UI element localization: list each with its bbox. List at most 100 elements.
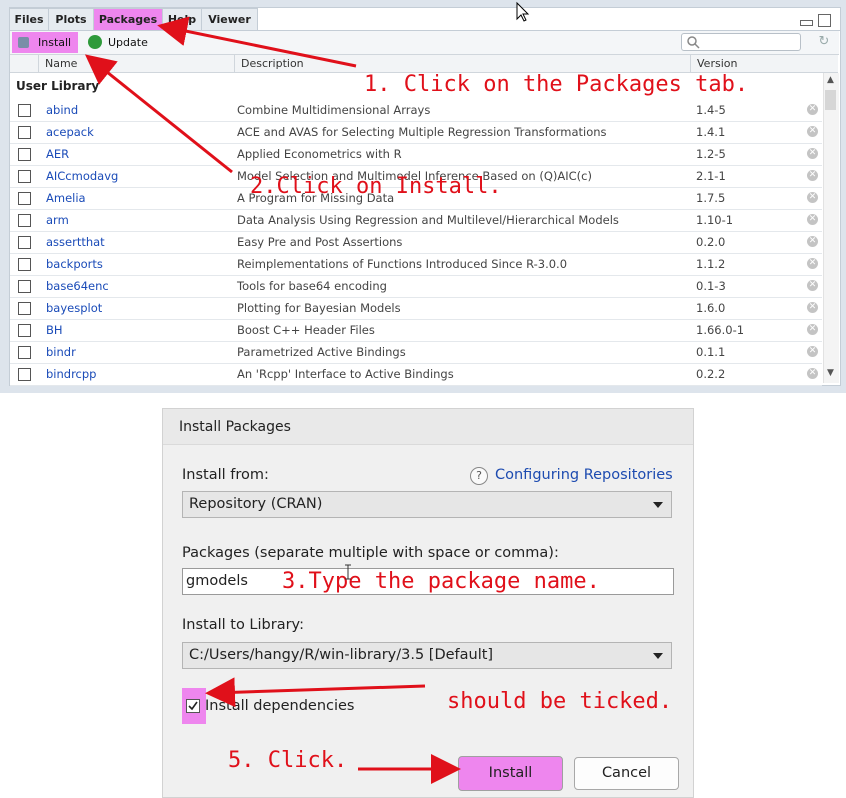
install-button[interactable]: Install (458, 756, 563, 791)
remove-package-icon[interactable]: ✕ (807, 148, 818, 159)
remove-package-icon[interactable]: ✕ (807, 236, 818, 247)
install-from-value: Repository (CRAN) (189, 496, 323, 512)
remove-package-icon[interactable]: ✕ (807, 324, 818, 335)
install-from-label: Install from: (182, 467, 269, 483)
dialog-title: Install Packages (179, 419, 291, 435)
package-load-checkbox[interactable] (18, 236, 31, 249)
table-row[interactable]: BH Boost C++ Header Files 1.66.0-1 ✕ (10, 319, 822, 342)
package-description: Data Analysis Using Regression and Multi… (237, 213, 619, 227)
cancel-button[interactable]: Cancel (574, 757, 679, 790)
scroll-thumb[interactable] (825, 90, 836, 110)
table-row[interactable]: abind Combine Multidimensional Arrays 1.4-… (10, 99, 822, 122)
configuring-repositories-link[interactable]: Configuring Repositories (495, 467, 673, 483)
package-version: 1.66.0-1 (696, 323, 745, 337)
table-row[interactable]: arm Data Analysis Using Regression and Mu… (10, 209, 822, 232)
table-row[interactable]: acepack ACE and AVAS for Selecting Multip… (10, 121, 822, 144)
package-load-checkbox[interactable] (18, 148, 31, 161)
remove-package-icon[interactable]: ✕ (807, 126, 818, 137)
install-dependencies-checkbox[interactable] (186, 699, 200, 713)
table-header: Name Description Version (10, 55, 838, 73)
remove-package-icon[interactable]: ✕ (807, 346, 818, 357)
package-version: 1.10-1 (696, 213, 734, 227)
package-load-checkbox[interactable] (18, 258, 31, 271)
table-row[interactable]: base64enc Tools for base64 encoding 0.1-3 ✕ (10, 275, 822, 298)
column-header-name[interactable]: Name (38, 55, 235, 72)
package-version: 0.1.1 (696, 345, 726, 359)
install-dependencies-label[interactable]: Install dependencies (205, 698, 355, 714)
refresh-icon[interactable]: ↻ (816, 34, 832, 50)
package-load-checkbox[interactable] (18, 170, 31, 183)
column-header-version[interactable]: Version (690, 55, 807, 72)
table-row[interactable]: backports Reimplementations of Functions … (10, 253, 822, 276)
tab-plots[interactable]: Plots (48, 8, 94, 31)
tab-viewer[interactable]: Viewer (201, 8, 258, 31)
remove-package-icon[interactable]: ✕ (807, 104, 818, 115)
table-row[interactable]: assertthat Easy Pre and Post Assertions 0.… (10, 231, 822, 254)
table-row[interactable]: bayesplot Plotting for Bayesian Models 1.6… (10, 297, 822, 320)
scroll-up-icon[interactable]: ▲ (823, 75, 838, 87)
scroll-down-icon[interactable]: ▼ (823, 368, 838, 380)
package-load-checkbox[interactable] (18, 192, 31, 205)
package-load-checkbox[interactable] (18, 214, 31, 227)
section-user-library: User Library (16, 79, 100, 93)
install-icon (18, 37, 29, 48)
package-load-checkbox[interactable] (18, 368, 31, 381)
package-load-checkbox[interactable] (18, 302, 31, 315)
package-name-link[interactable]: abind (46, 103, 78, 117)
table-row[interactable]: bindr Parametrized Active Bindings 0.1.1 ✕ (10, 341, 822, 364)
package-load-checkbox[interactable] (18, 280, 31, 293)
package-description: Tools for base64 encoding (237, 279, 387, 293)
table-row[interactable]: AER Applied Econometrics with R 1.2-5 ✕ (10, 143, 822, 166)
table-row[interactable]: bindrcpp An 'Rcpp' Interface to Active Bi… (10, 363, 822, 386)
install-from-select[interactable]: Repository (CRAN) (182, 491, 672, 518)
package-version: 0.1-3 (696, 279, 726, 293)
package-name-link[interactable]: bayesplot (46, 301, 102, 315)
column-header-description[interactable]: Description (234, 55, 697, 72)
packages-input-value: gmodels (186, 573, 248, 589)
package-load-checkbox[interactable] (18, 324, 31, 337)
package-name-link[interactable]: assertthat (46, 235, 105, 249)
package-description: Reimplementations of Functions Introduce… (237, 257, 568, 271)
tab-files[interactable]: Files (9, 8, 49, 31)
package-name-link[interactable]: BH (46, 323, 63, 337)
update-button-label: Update (108, 36, 148, 49)
minimize-icon[interactable] (800, 20, 813, 26)
checkmark-icon (188, 701, 198, 711)
package-name-link[interactable]: AICcmodavg (46, 169, 118, 183)
install-packages-button[interactable]: Install (12, 32, 78, 53)
package-description: ACE and AVAS for Selecting Multiple Regr… (237, 125, 607, 139)
update-packages-button[interactable]: Update (86, 32, 156, 53)
tab-help[interactable]: Help (162, 8, 202, 31)
vertical-scrollbar[interactable] (823, 73, 839, 383)
tab-packages[interactable]: Packages (93, 8, 163, 31)
search-input[interactable] (681, 33, 801, 51)
install-button-label: Install (38, 36, 72, 49)
package-load-checkbox[interactable] (18, 126, 31, 139)
library-select[interactable]: C:/Users/hangy/R/win-library/3.5 [Defaul… (182, 642, 672, 669)
help-icon[interactable]: ? (470, 467, 488, 485)
package-version: 1.4.1 (696, 125, 726, 139)
remove-package-icon[interactable]: ✕ (807, 302, 818, 313)
remove-package-icon[interactable]: ✕ (807, 214, 818, 225)
package-name-link[interactable]: bindr (46, 345, 76, 359)
remove-package-icon[interactable]: ✕ (807, 192, 818, 203)
remove-package-icon[interactable]: ✕ (807, 280, 818, 291)
maximize-icon[interactable] (818, 14, 831, 27)
package-name-link[interactable]: AER (46, 147, 69, 161)
remove-package-icon[interactable]: ✕ (807, 258, 818, 269)
install-to-library-label: Install to Library: (182, 617, 304, 633)
remove-package-icon[interactable]: ✕ (807, 368, 818, 379)
package-name-link[interactable]: acepack (46, 125, 94, 139)
package-name-link[interactable]: bindrcpp (46, 367, 96, 381)
package-version: 2.1-1 (696, 169, 726, 183)
package-load-checkbox[interactable] (18, 346, 31, 359)
remove-package-icon[interactable]: ✕ (807, 170, 818, 181)
package-name-link[interactable]: Amelia (46, 191, 86, 205)
package-name-link[interactable]: backports (46, 257, 103, 271)
package-version: 1.4-5 (696, 103, 726, 117)
annotation-step5: 5. Click. (228, 748, 348, 773)
package-name-link[interactable]: arm (46, 213, 69, 227)
package-name-link[interactable]: base64enc (46, 279, 109, 293)
package-load-checkbox[interactable] (18, 104, 31, 117)
package-description: Parametrized Active Bindings (237, 345, 406, 359)
